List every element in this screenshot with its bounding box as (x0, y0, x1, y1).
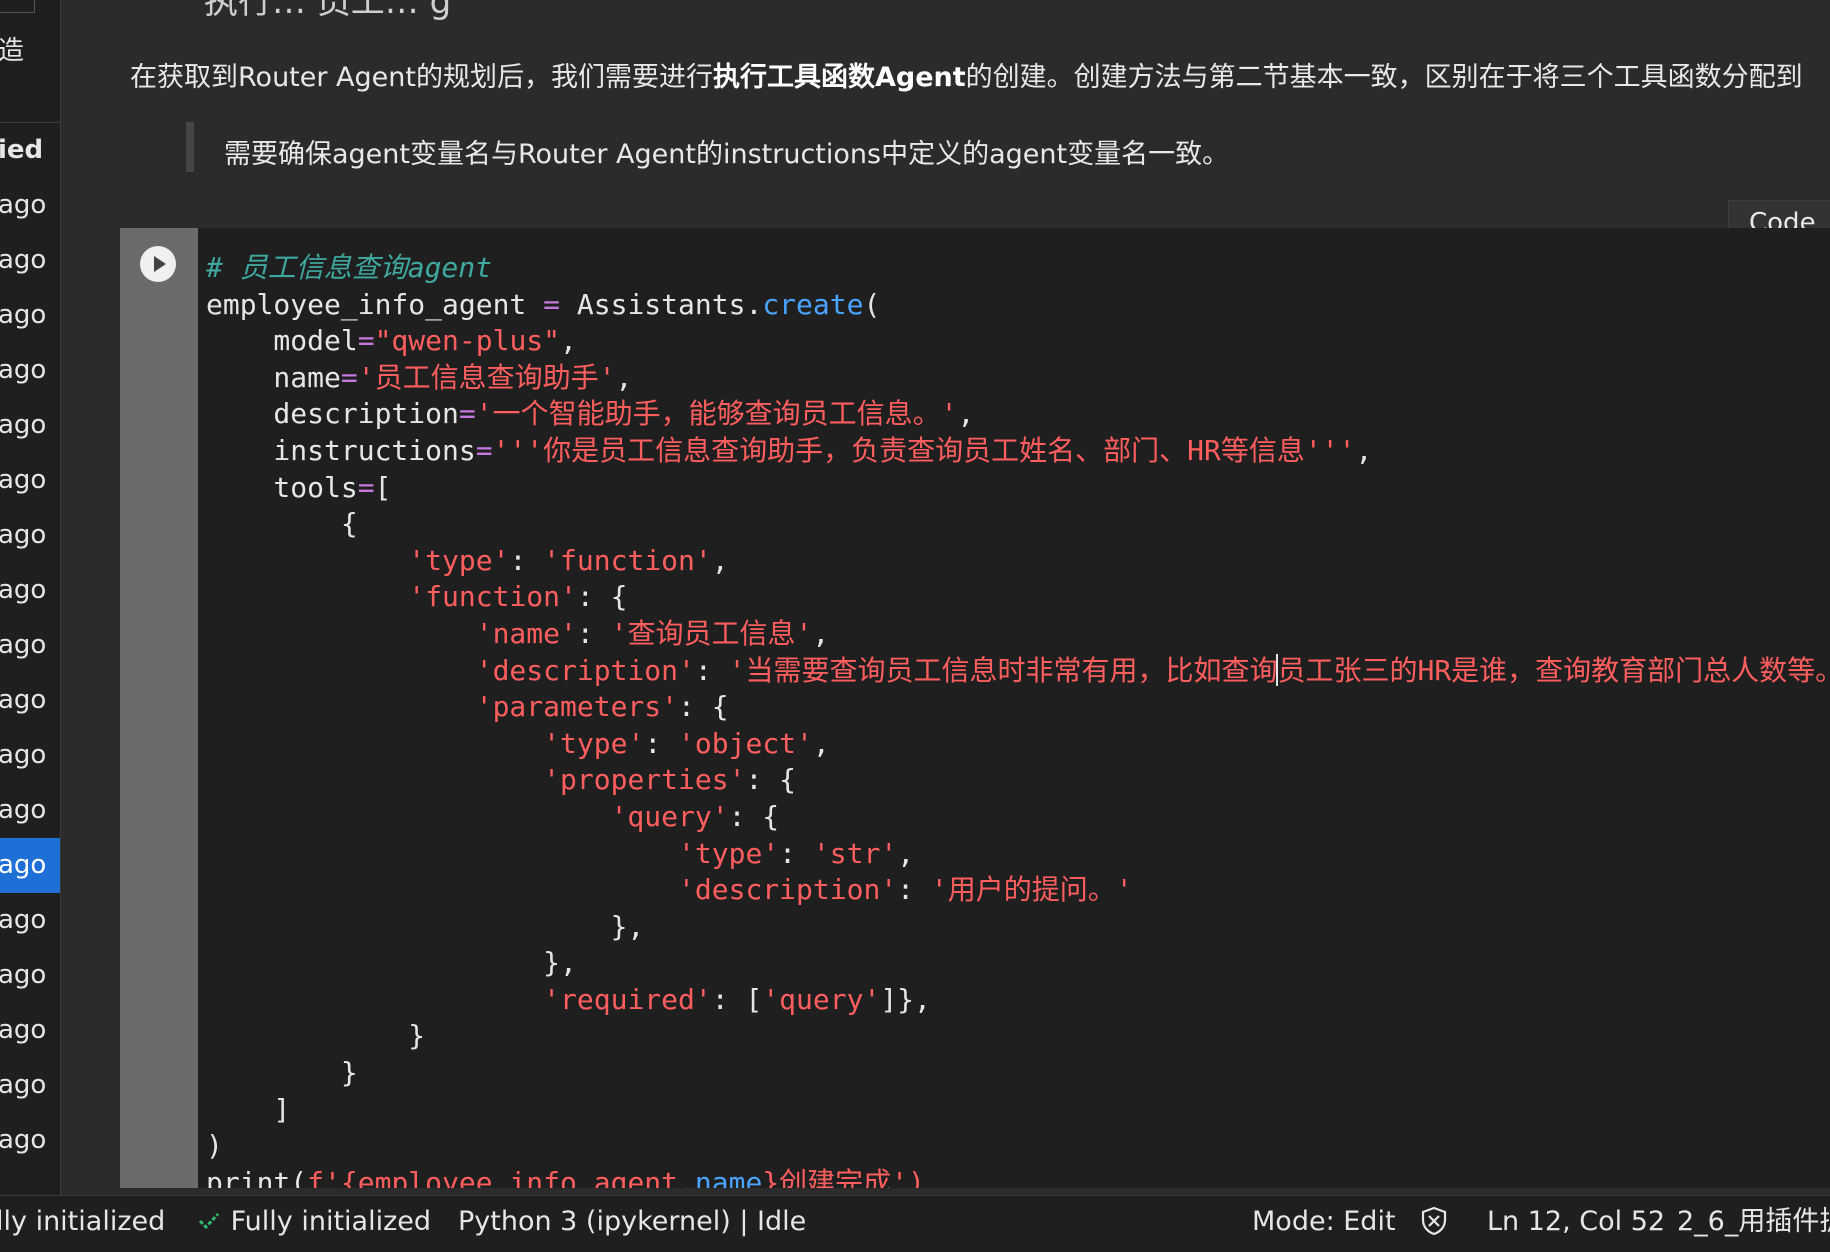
markdown-heading-clipped: 执行… 员工… g (204, 0, 452, 22)
sidebar-list-item[interactable]: ago (0, 398, 60, 453)
code-cell[interactable]: # 员工信息查询agent employee_info_agent = Assi… (120, 228, 1830, 1188)
paragraph-bold-text: 执行工具函数Agent (712, 62, 966, 93)
status-bar: lly initialized Fully initialized Python… (0, 1195, 1830, 1252)
code-instructions-value: '''你是员工信息查询助手，负责查询员工姓名、部门、HR等信息''' (492, 433, 1356, 467)
code-editor[interactable]: # 员工信息查询agent employee_info_agent = Assi… (198, 228, 1830, 1188)
sidebar-item-modified-label: ago (0, 630, 47, 660)
sidebar-item-modified-label: ago (0, 520, 47, 550)
sidebar-item-modified-label: ago (0, 575, 47, 605)
cursor-position[interactable]: Ln 12, Col 52 (1487, 1196, 1665, 1248)
paragraph-text-prefix: 在获取到Router Agent的规划后，我们需要进行 (130, 62, 713, 93)
code-name-value: '员工信息查询助手' (357, 360, 616, 394)
sidebar-list-item[interactable]: ago (0, 343, 60, 398)
code-fn-desc-key: 'description' (475, 653, 695, 687)
sidebar-list-item[interactable]: ago (0, 728, 60, 783)
code-query-type-key: 'type' (678, 836, 780, 870)
sidebar-item-modified-label: ago (0, 795, 47, 825)
code-comment: # 员工信息查询agent (206, 251, 493, 284)
sidebar-list-item[interactable]: ago (0, 1113, 60, 1168)
sidebar-item-modified-label: ago (0, 245, 47, 275)
sidebar-list-item[interactable]: ago (0, 233, 60, 288)
sidebar-item-modified-label: ago (0, 190, 47, 220)
code-fstring-rest: }创建完成') (762, 1165, 925, 1188)
notebook-filename: 2_6_用插件扩 (1677, 1206, 1830, 1237)
code-fn-desc-part2: 员工张三的HR是谁，查询教育部门总人数等。 (1277, 653, 1830, 687)
code-attr: name (694, 1165, 763, 1188)
sidebar-list-item[interactable]: ago (0, 618, 60, 673)
sidebar-item-modified-label: ago (0, 850, 47, 880)
run-cell-icon[interactable] (140, 246, 176, 282)
trust-shield-icon[interactable] (1420, 1196, 1448, 1248)
sidebar-list-item[interactable]: ago (0, 288, 60, 343)
code-required-key: 'required' (543, 982, 712, 1016)
sidebar-list-item[interactable]: ago (0, 838, 60, 893)
mode-indicator: Mode: Edit (1252, 1206, 1396, 1237)
kernel-init-status[interactable]: Fully initialized (196, 1196, 431, 1248)
sidebar-list-item[interactable]: ago (0, 1003, 60, 1058)
code-class-name: Assistants (576, 287, 746, 321)
code-function-key: 'function' (408, 580, 577, 614)
file-browser-sidebar: 造 ied ago ago ago ago ago ago ago ago ago ago ago a… (0, 0, 61, 1195)
code-fn-desc-part1: '当需要查询员工信息时非常有用，比如查询 (728, 653, 1278, 687)
sidebar-item-modified-label: ago (0, 960, 47, 990)
sidebar-item-modified-label: ago (0, 1070, 47, 1100)
code-query-desc: '用户的提问。' (930, 873, 1133, 907)
kernel-status-label: Fully initialized (230, 1206, 431, 1237)
sidebar-list-item[interactable]: ago (0, 453, 60, 508)
sidebar-list-item[interactable]: ago (0, 783, 60, 838)
sidebar-list-item[interactable]: ago (0, 178, 60, 233)
code-method: create (762, 287, 864, 321)
code-params-type: 'object' (678, 726, 813, 760)
status-partial-text: lly initialized (0, 1206, 166, 1237)
sidebar-item-modified-label: ago (0, 905, 47, 935)
notebook-panel: 执行… 员工… g 在获取到Router Agent的规划后，我们需要进行执行工… (74, 0, 1830, 1195)
sidebar-column-header-modified[interactable]: ied (0, 135, 43, 165)
sidebar-partial-label: 造 (0, 36, 25, 66)
sidebar-list-item[interactable]: ago (0, 563, 60, 618)
code-model-value: "qwen-plus" (374, 324, 561, 358)
shield-icon (1421, 1206, 1447, 1236)
code-fstring: f'{employee_info_agent. (307, 1165, 695, 1188)
sidebar-list-item[interactable]: ago (0, 673, 60, 728)
sidebar-item-modified-label: ago (0, 740, 47, 770)
code-required-value: 'query' (762, 982, 881, 1016)
cell-gutter (120, 228, 198, 1188)
code-description-value: '一个智能助手，能够查询员工信息。' (475, 397, 958, 431)
sidebar-item-modified-label: ago (0, 300, 47, 330)
sidebar-item-modified-label: ago (0, 685, 47, 715)
code-params-key: 'parameters' (475, 690, 679, 724)
code-content[interactable]: # 员工信息查询agent employee_info_agent = Assi… (206, 250, 1830, 1188)
code-query-type: 'str' (812, 836, 898, 870)
code-props-key: 'properties' (543, 763, 746, 797)
code-fn-name-key: 'name' (475, 616, 577, 650)
blockquote-text: 需要确保agent变量名与Router Agent的instructions中定… (224, 139, 1230, 170)
sidebar-item-modified-label: ago (0, 355, 47, 385)
sidebar-list-item[interactable]: ago (0, 508, 60, 563)
markdown-paragraph: 在获取到Router Agent的规划后，我们需要进行执行工具函数Agent的创… (130, 55, 1803, 94)
sidebar-top-control[interactable] (0, 0, 35, 13)
code-fn-name: '查询员工信息' (610, 616, 813, 650)
sidebar-divider (0, 122, 60, 123)
blockquote-bar (186, 122, 194, 172)
code-tool-type: 'function' (543, 543, 712, 577)
paragraph-text-suffix: 的创建。创建方法与第二节基本一致，区别在于将三个工具函数分配到 (965, 62, 1803, 93)
sidebar-list-item[interactable]: ago (0, 1058, 60, 1113)
sidebar-item-modified-label: ago (0, 1015, 47, 1045)
code-params-type-key: 'type' (543, 726, 645, 760)
code-print: print (206, 1165, 291, 1188)
sidebar-item-modified-label: ago (0, 1125, 47, 1155)
code-type-key: 'type' (408, 543, 510, 577)
sidebar-item-modified-label: ago (0, 465, 47, 495)
sidebar-item-modified-label: ago (0, 410, 47, 440)
sidebar-list-item[interactable]: ago (0, 893, 60, 948)
sidebar-list-item[interactable]: ago (0, 948, 60, 1003)
kernel-indicator[interactable]: Python 3 (ipykernel) | Idle (458, 1196, 806, 1248)
code-query-key: 'query' (610, 799, 729, 833)
initialized-check-icon (198, 1212, 220, 1230)
code-var-name: employee_info_agent (206, 287, 527, 321)
code-query-desc-key: 'description' (678, 873, 898, 907)
